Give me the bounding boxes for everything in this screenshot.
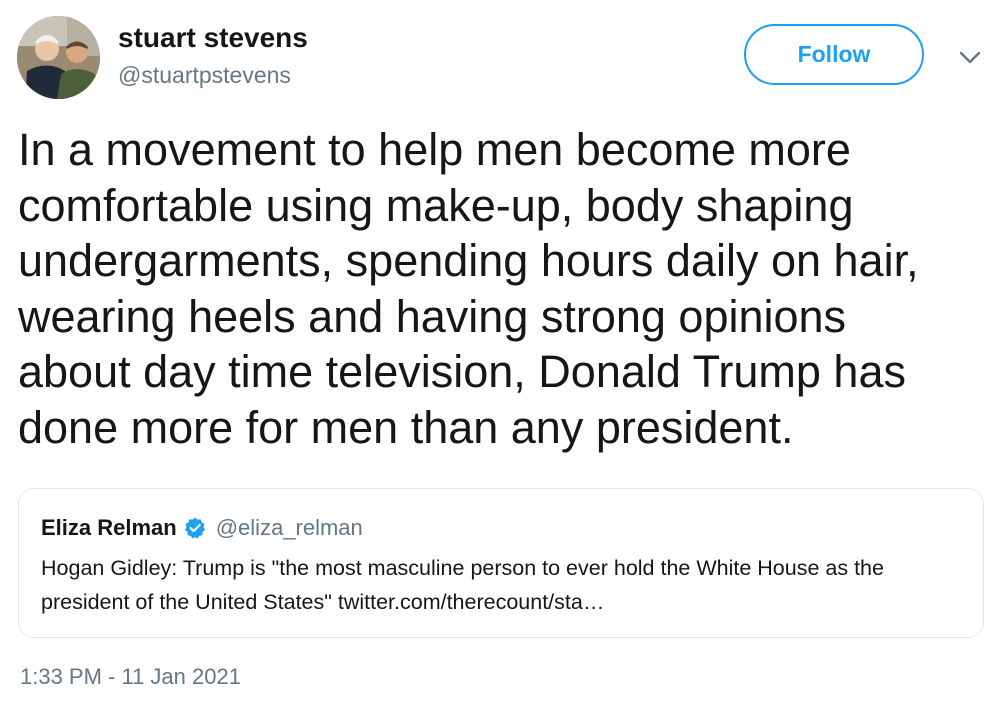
quoted-author-name: Eliza Relman bbox=[41, 515, 177, 540]
author-display-name[interactable]: stuart stevens bbox=[118, 22, 308, 54]
author-avatar[interactable] bbox=[17, 16, 100, 99]
quoted-tweet-card[interactable]: Eliza Relman @eliza_relman Hogan Gidley:… bbox=[18, 488, 984, 638]
follow-button[interactable]: Follow bbox=[744, 24, 924, 85]
quoted-author-handle: @eliza_relman bbox=[215, 515, 363, 540]
tweet-card: stuart stevens @stuartpstevens Follow In… bbox=[0, 0, 1000, 703]
tweet-timestamp[interactable]: 1:33 PM - 11 Jan 2021 bbox=[20, 664, 241, 690]
chevron-down-icon[interactable] bbox=[955, 42, 985, 72]
quoted-tweet-header: Eliza Relman @eliza_relman bbox=[41, 515, 363, 541]
tweet-text: In a movement to help men become more co… bbox=[18, 124, 919, 453]
avatar-photo-icon bbox=[17, 16, 100, 99]
quoted-tweet-text: Hogan Gidley: Trump is "the most masculi… bbox=[41, 556, 884, 614]
verified-badge-icon bbox=[183, 516, 207, 540]
author-handle[interactable]: @stuartpstevens bbox=[118, 62, 291, 89]
